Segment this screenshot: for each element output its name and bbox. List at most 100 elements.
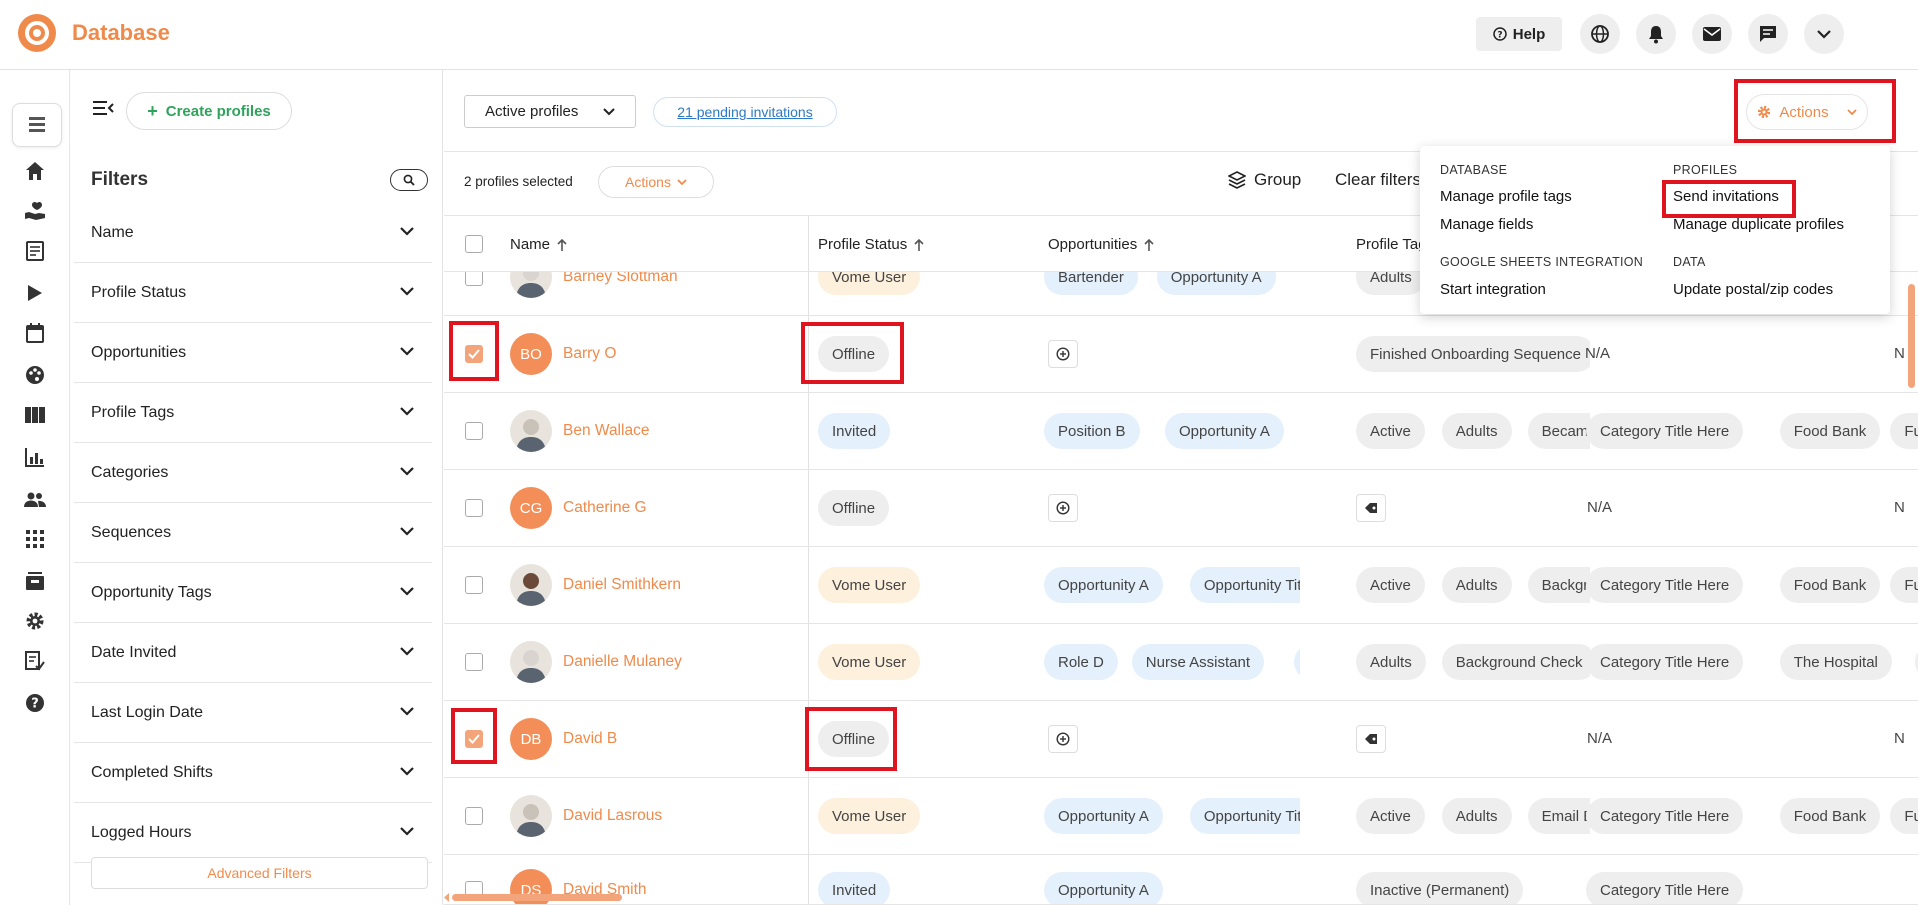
row-checkbox[interactable]: [465, 422, 483, 440]
advanced-filters-button[interactable]: Advanced Filters: [91, 857, 428, 889]
profile-name-link[interactable]: Barney Slottman: [563, 272, 678, 286]
row-checkbox[interactable]: [465, 653, 483, 671]
filter-name[interactable]: Name: [74, 203, 432, 263]
report-chart-icon[interactable]: [22, 444, 48, 470]
group-button[interactable]: Group: [1228, 170, 1301, 190]
language-button[interactable]: [1580, 14, 1620, 54]
chevron-down-icon: [400, 827, 414, 836]
calendar-icon[interactable]: [22, 320, 48, 346]
table-row[interactable]: DB David B Offline N/A N: [444, 701, 1918, 778]
filter-completed-shifts[interactable]: Completed Shifts: [74, 743, 432, 803]
status-badge: Offline: [818, 490, 890, 526]
profile-name-link[interactable]: Ben Wallace: [563, 422, 649, 440]
play-icon[interactable]: [22, 280, 48, 306]
volunteer-hand-icon[interactable]: [22, 198, 48, 224]
inbox-icon[interactable]: [22, 568, 48, 594]
selection-actions-button[interactable]: Actions: [598, 166, 714, 198]
palette-icon[interactable]: [22, 362, 48, 388]
tag-text: Adults: [1370, 272, 1412, 286]
filter-categories[interactable]: Categories: [74, 443, 432, 503]
clear-filters-button[interactable]: Clear filters: [1327, 170, 1419, 190]
nav-widget-tile[interactable]: [12, 103, 62, 147]
apps-grid-icon[interactable]: [22, 526, 48, 552]
filter-sequences[interactable]: Sequences: [74, 503, 432, 563]
add-opportunity-button[interactable]: [1048, 340, 1078, 368]
form-icon[interactable]: [22, 238, 48, 264]
table-row[interactable]: Danielle Mulaney Vome User Role D Nurse Ass…: [444, 624, 1918, 701]
row-checkbox[interactable]: [465, 499, 483, 517]
actions-dropdown-button[interactable]: Actions: [1746, 94, 1868, 130]
chevron-down-icon: [400, 467, 414, 476]
table-row[interactable]: Ben Wallace Invited Position B Opportunity …: [444, 393, 1918, 470]
chat-button[interactable]: [1748, 14, 1788, 54]
brand-logo-icon[interactable]: [16, 12, 58, 54]
mail-button[interactable]: [1692, 14, 1732, 54]
add-tag-button[interactable]: [1356, 494, 1386, 522]
filter-last-login-date[interactable]: Last Login Date: [74, 683, 432, 743]
column-header-profile-status[interactable]: Profile Status: [818, 236, 925, 253]
column-header-opportunities[interactable]: Opportunities: [1048, 236, 1155, 253]
profile-status-select[interactable]: Active profiles: [464, 95, 636, 128]
filter-search-button[interactable]: [390, 169, 428, 191]
filter-opportunities[interactable]: Opportunities: [74, 323, 432, 383]
filter-label: Sequences: [91, 524, 172, 541]
row-checkbox[interactable]: [465, 272, 483, 286]
tag-chip: Background: [1527, 567, 1590, 603]
menu-item-manage-fields[interactable]: Manage fields: [1440, 216, 1533, 233]
help-button[interactable]: ? Help: [1476, 17, 1562, 51]
select-all-checkbox[interactable]: [465, 235, 483, 253]
table-row[interactable]: CG Catherine G Offline N/A N: [444, 470, 1918, 547]
filter-profile-status[interactable]: Profile Status: [74, 263, 432, 323]
row-checkbox[interactable]: [465, 730, 483, 748]
opportunity-list: BartenderOpportunity AOpportunity B: [1044, 272, 1300, 295]
account-menu-button[interactable]: [1804, 14, 1844, 54]
checklist-icon[interactable]: [22, 648, 48, 674]
status-text: Offline: [832, 730, 876, 748]
home-icon[interactable]: [22, 158, 48, 184]
scroll-left-arrow-icon[interactable]: [444, 893, 450, 902]
add-opportunity-button[interactable]: [1048, 725, 1078, 753]
profile-name-link[interactable]: Barry O: [563, 345, 616, 363]
menu-item-send-invitations[interactable]: Send invitations: [1673, 188, 1779, 205]
menu-item-manage-profile-tags[interactable]: Manage profile tags: [1440, 188, 1572, 205]
add-tag-button[interactable]: [1356, 725, 1386, 753]
tag-text: Active: [1370, 807, 1411, 825]
category-chip: The Hospital: [1779, 644, 1892, 680]
filter-opportunity-tags[interactable]: Opportunity Tags: [74, 563, 432, 623]
vertical-scrollbar[interactable]: [1908, 284, 1915, 388]
help-circle-icon: ?: [1492, 27, 1507, 41]
row-checkbox[interactable]: [465, 345, 483, 363]
filter-date-invited[interactable]: Date Invited: [74, 623, 432, 683]
menu-item-start-integration[interactable]: Start integration: [1440, 281, 1546, 298]
profile-name-link[interactable]: David Lasrous: [563, 807, 662, 825]
table-row[interactable]: David Lasrous Vome User Opportunity A Oppor…: [444, 778, 1918, 855]
tag-text: Finished Onboarding Sequence: [1370, 345, 1581, 363]
status-badge: Vome User: [818, 644, 921, 680]
filter-logged-hours[interactable]: Logged Hours: [74, 803, 432, 863]
create-profiles-button[interactable]: + Create profiles: [126, 92, 292, 130]
profile-name-link[interactable]: Daniel Smithkern: [563, 576, 681, 594]
pending-invitations-link[interactable]: 21 pending invitations: [653, 97, 837, 127]
profile-name-link[interactable]: David B: [563, 730, 617, 748]
row-checkbox[interactable]: [465, 576, 483, 594]
table-row[interactable]: BO Barry O Offline Finished Onboarding Sequ…: [444, 316, 1918, 393]
menu-header-data: DATA: [1673, 255, 1706, 269]
table-row[interactable]: DS David Smith Invited Opportunity A Inactiv…: [444, 855, 1918, 905]
collapse-panel-icon[interactable]: [92, 100, 114, 116]
profile-name-link[interactable]: Danielle Mulaney: [563, 653, 682, 671]
add-opportunity-button[interactable]: [1048, 494, 1078, 522]
board-icon[interactable]: [22, 402, 48, 428]
table-row[interactable]: Daniel Smithkern Vome User Opportunity A Op…: [444, 547, 1918, 624]
row-checkbox[interactable]: [465, 807, 483, 825]
filter-profile-tags[interactable]: Profile Tags: [74, 383, 432, 443]
profile-name-link[interactable]: Catherine G: [563, 499, 647, 517]
category-text: Food Bank: [1793, 576, 1867, 594]
column-header-name[interactable]: Name: [510, 236, 568, 253]
horizontal-scrollbar[interactable]: [452, 894, 622, 901]
people-icon[interactable]: [22, 486, 48, 512]
notifications-button[interactable]: [1636, 14, 1676, 54]
gear-icon[interactable]: [22, 608, 48, 634]
help-icon[interactable]: ?: [22, 690, 48, 716]
menu-item-update-postal-codes[interactable]: Update postal/zip codes: [1673, 281, 1833, 298]
menu-item-manage-duplicate-profiles[interactable]: Manage duplicate profiles: [1673, 216, 1844, 233]
